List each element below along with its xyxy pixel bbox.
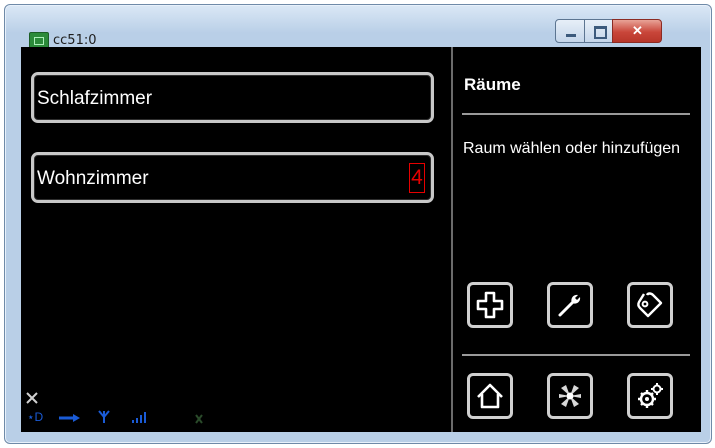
home-icon: [477, 383, 503, 409]
label-room-button[interactable]: [627, 282, 673, 328]
svg-text:⋆D: ⋆D: [27, 410, 44, 424]
title-bar[interactable]: cc51:0: [5, 5, 711, 50]
tag-icon: [637, 292, 663, 318]
close-button[interactable]: [612, 19, 662, 43]
panel-description: Raum wählen oder hinzufügen: [463, 140, 681, 157]
wrench-icon: [558, 294, 581, 317]
settings-button[interactable]: [627, 373, 673, 419]
disconnected-icon: [26, 392, 38, 404]
panel-title: Räume: [464, 75, 521, 94]
network-icon: ⋆D: [27, 410, 44, 424]
plus-icon: [476, 291, 504, 319]
fan-icon: [559, 385, 581, 407]
gears-icon: [638, 383, 663, 408]
room-count-badge: 4: [409, 163, 425, 193]
panel-divider: [451, 47, 453, 432]
add-room-button[interactable]: [467, 282, 513, 328]
fan-button[interactable]: [547, 373, 593, 419]
room-button-wohnzimmer[interactable]: Wohnzimmer 4: [31, 152, 434, 203]
app-client-area: Schlafzimmer Wohnzimmer 4 Räume Raum wäh…: [21, 47, 701, 432]
window-title: cc51:0: [53, 33, 97, 48]
room-label: Wohnzimmer: [37, 168, 149, 189]
room-button-schlafzimmer[interactable]: Schlafzimmer: [31, 72, 434, 123]
toolbar-separator: [462, 354, 690, 356]
home-button[interactable]: [467, 373, 513, 419]
battery-icon: [195, 414, 203, 424]
radio-link-icon: [59, 414, 80, 422]
maximize-button[interactable]: [584, 19, 613, 43]
signal-strength-icon: [132, 412, 146, 423]
status-bar: ⋆D: [25, 387, 285, 427]
antenna-icon: [98, 410, 110, 423]
room-label: Schlafzimmer: [37, 88, 153, 109]
panel-separator: [462, 113, 690, 115]
edit-room-button[interactable]: [547, 282, 593, 328]
minimize-button[interactable]: [555, 19, 585, 43]
